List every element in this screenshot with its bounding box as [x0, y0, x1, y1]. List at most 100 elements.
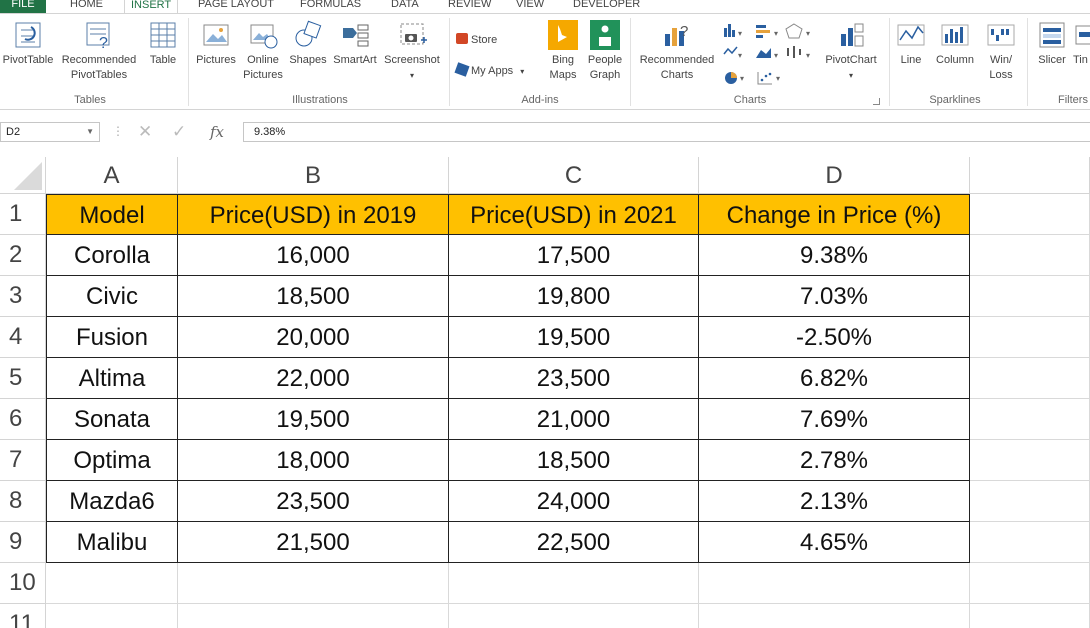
table-cell[interactable]: 19,500: [449, 317, 699, 358]
row-header-1[interactable]: 1: [0, 194, 46, 235]
formula-bar-grip-icon[interactable]: ⋮: [112, 124, 124, 138]
table-cell[interactable]: 6.82%: [699, 358, 970, 399]
table-cell[interactable]: 17,500: [449, 235, 699, 276]
row-header-7[interactable]: 7: [0, 440, 46, 481]
table-cell[interactable]: Civic: [46, 276, 178, 317]
table-cell[interactable]: 22,000: [178, 358, 449, 399]
table-header-cell[interactable]: Price(USD) in 2019: [178, 194, 449, 235]
store-button[interactable]: Store: [456, 32, 497, 48]
empty-cell[interactable]: [970, 522, 1090, 563]
row-header-6[interactable]: 6: [0, 399, 46, 440]
charts-dialog-launcher-icon[interactable]: [873, 98, 880, 105]
table-cell[interactable]: 18,500: [178, 276, 449, 317]
table-cell[interactable]: 4.65%: [699, 522, 970, 563]
column-header-blank[interactable]: [970, 157, 1090, 194]
table-cell[interactable]: 18,500: [449, 440, 699, 481]
table-cell[interactable]: 16,000: [178, 235, 449, 276]
tab-page-layout[interactable]: PAGE LAYOUT: [198, 0, 274, 13]
column-header-b[interactable]: B: [178, 157, 449, 194]
tab-formulas[interactable]: FORMULAS: [300, 0, 361, 13]
smartart-button[interactable]: SmartArt: [330, 20, 380, 68]
tab-file[interactable]: FILE: [0, 0, 46, 13]
column-header-a[interactable]: A: [46, 157, 178, 194]
formula-input[interactable]: 9.38%: [243, 122, 1090, 142]
people-graph-button[interactable]: People Graph: [584, 20, 626, 83]
worksheet-grid[interactable]: ABCD1234567891011ModelPrice(USD) in 2019…: [0, 157, 1090, 628]
column-header-c[interactable]: C: [449, 157, 699, 194]
empty-cell[interactable]: [970, 481, 1090, 522]
empty-cell[interactable]: [970, 235, 1090, 276]
table-header-cell[interactable]: Price(USD) in 2021: [449, 194, 699, 235]
row-header-5[interactable]: 5: [0, 358, 46, 399]
recommended-pivottables-button[interactable]: ? Recommended PivotTables: [56, 20, 142, 83]
slicer-button[interactable]: Slicer: [1033, 20, 1071, 68]
bing-maps-button[interactable]: Bing Maps: [543, 20, 583, 83]
cancel-icon[interactable]: ✕: [138, 122, 152, 142]
shapes-button[interactable]: Shapes: [287, 20, 329, 68]
chart-type-buttons[interactable]: ▾ ▾ ▾ ▾ ▾ ▾ ▾ ▾: [722, 22, 818, 88]
table-cell[interactable]: 19,500: [178, 399, 449, 440]
table-cell[interactable]: 18,000: [178, 440, 449, 481]
table-cell[interactable]: -2.50%: [699, 317, 970, 358]
empty-cell[interactable]: [178, 604, 449, 628]
table-cell[interactable]: 23,500: [178, 481, 449, 522]
row-header-11[interactable]: 11: [0, 604, 46, 628]
table-cell[interactable]: 2.13%: [699, 481, 970, 522]
empty-cell[interactable]: [178, 563, 449, 604]
table-cell[interactable]: 21,500: [178, 522, 449, 563]
select-all-button[interactable]: [0, 157, 46, 194]
empty-cell[interactable]: [449, 604, 699, 628]
enter-icon[interactable]: ✓: [172, 122, 186, 142]
empty-cell[interactable]: [46, 563, 178, 604]
tab-developer[interactable]: DEVELOPER: [573, 0, 640, 13]
screenshot-button[interactable]: Screenshot ▾: [380, 20, 444, 83]
row-header-9[interactable]: 9: [0, 522, 46, 563]
table-cell[interactable]: 22,500: [449, 522, 699, 563]
timeline-button[interactable]: Tin: [1073, 20, 1090, 68]
table-cell[interactable]: Corolla: [46, 235, 178, 276]
row-header-8[interactable]: 8: [0, 481, 46, 522]
tab-view[interactable]: VIEW: [516, 0, 544, 13]
empty-cell[interactable]: [699, 563, 970, 604]
empty-cell[interactable]: [970, 276, 1090, 317]
my-apps-button[interactable]: My Apps ▾: [456, 63, 524, 80]
table-cell[interactable]: 21,000: [449, 399, 699, 440]
empty-cell[interactable]: [699, 604, 970, 628]
table-cell[interactable]: 23,500: [449, 358, 699, 399]
table-cell[interactable]: Sonata: [46, 399, 178, 440]
table-cell[interactable]: Malibu: [46, 522, 178, 563]
empty-cell[interactable]: [46, 604, 178, 628]
table-cell[interactable]: 19,800: [449, 276, 699, 317]
sparkline-line-button[interactable]: Line: [893, 20, 929, 68]
name-box[interactable]: D2 ▼: [0, 122, 100, 142]
recommended-charts-button[interactable]: ? Recommended Charts: [634, 20, 720, 83]
tab-home[interactable]: HOME: [70, 0, 103, 13]
empty-cell[interactable]: [970, 358, 1090, 399]
row-header-2[interactable]: 2: [0, 235, 46, 276]
empty-cell[interactable]: [970, 194, 1090, 235]
table-cell[interactable]: Fusion: [46, 317, 178, 358]
empty-cell[interactable]: [449, 563, 699, 604]
table-cell[interactable]: Optima: [46, 440, 178, 481]
table-cell[interactable]: 24,000: [449, 481, 699, 522]
table-cell[interactable]: 7.03%: [699, 276, 970, 317]
empty-cell[interactable]: [970, 440, 1090, 481]
insert-function-icon[interactable]: fx: [210, 123, 224, 141]
tab-data[interactable]: DATA: [391, 0, 419, 13]
column-header-d[interactable]: D: [699, 157, 970, 194]
table-cell[interactable]: Mazda6: [46, 481, 178, 522]
pictures-button[interactable]: Pictures: [192, 20, 240, 68]
table-header-cell[interactable]: Model: [46, 194, 178, 235]
row-header-10[interactable]: 10: [0, 563, 46, 604]
online-pictures-button[interactable]: Online Pictures: [240, 20, 286, 83]
table-cell[interactable]: Altima: [46, 358, 178, 399]
sparkline-column-button[interactable]: Column: [930, 20, 980, 68]
pivottable-button[interactable]: PivotTable: [0, 20, 56, 68]
table-header-cell[interactable]: Change in Price (%): [699, 194, 970, 235]
empty-cell[interactable]: [970, 563, 1090, 604]
name-box-dropdown-icon[interactable]: ▼: [86, 123, 94, 141]
table-cell[interactable]: 7.69%: [699, 399, 970, 440]
pivotchart-button[interactable]: PivotChart ▾: [820, 20, 882, 83]
empty-cell[interactable]: [970, 317, 1090, 358]
row-header-4[interactable]: 4: [0, 317, 46, 358]
